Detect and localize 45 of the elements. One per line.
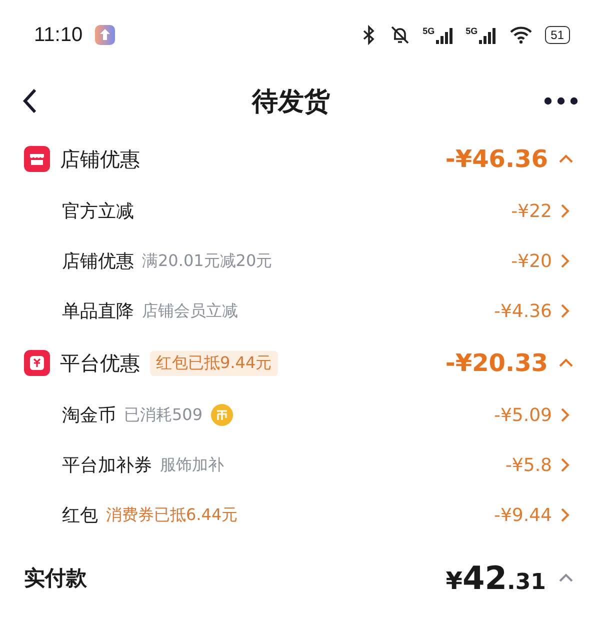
chevron-icon[interactable] bbox=[560, 507, 570, 523]
signal-icon bbox=[478, 26, 497, 44]
discount-label: 红包 bbox=[62, 504, 98, 527]
section-title: 店铺优惠 bbox=[60, 146, 140, 172]
chevron-icon[interactable] bbox=[560, 303, 570, 319]
page-title: 待发货 bbox=[252, 86, 330, 118]
total-label: 实付款 bbox=[24, 565, 87, 592]
upload-app-icon bbox=[94, 25, 115, 45]
chevron-icon[interactable] bbox=[560, 457, 570, 473]
discount-amount: -¥20 bbox=[511, 250, 552, 272]
discount-label: 单品直降 bbox=[62, 300, 134, 323]
bluetooth-icon bbox=[360, 25, 377, 45]
total-amount: ¥42.31 bbox=[446, 559, 546, 597]
section-amount: -¥20.33 bbox=[445, 349, 548, 377]
coupon-icon bbox=[24, 350, 50, 376]
discount-amount: -¥9.44 bbox=[494, 504, 552, 526]
network-label: 5G bbox=[466, 26, 478, 36]
section-amount: -¥46.36 bbox=[445, 145, 548, 173]
muted-bell-icon bbox=[388, 25, 411, 45]
wifi-icon bbox=[508, 26, 533, 44]
discount-amount: -¥5.09 bbox=[494, 404, 552, 426]
back-icon[interactable] bbox=[22, 88, 38, 114]
discount-amount: -¥5.8 bbox=[505, 454, 552, 476]
network-label: 5G bbox=[422, 26, 435, 36]
chevron-icon[interactable] bbox=[560, 407, 570, 423]
discount-note: 服饰加补 bbox=[160, 454, 224, 476]
discount-label: 官方立减 bbox=[62, 200, 134, 223]
discount-note: 已消耗509 bbox=[124, 404, 203, 426]
discount-amount: -¥4.36 bbox=[494, 300, 552, 322]
discount-tag: 红包已抵9.44元 bbox=[150, 350, 278, 376]
chevron-icon[interactable] bbox=[560, 203, 570, 219]
section-title: 平台优惠 bbox=[60, 350, 140, 376]
discount-label: 淘金币 bbox=[62, 404, 116, 427]
discount-note: 店铺会员立减 bbox=[142, 300, 238, 322]
status-time: 11:10 bbox=[34, 24, 83, 46]
signal-icon bbox=[436, 26, 454, 44]
discount-amount: -¥22 bbox=[511, 200, 552, 222]
more-icon[interactable] bbox=[544, 97, 578, 105]
battery-level: 51 bbox=[544, 26, 570, 44]
discount-label: 平台加补券 bbox=[62, 454, 152, 477]
chevron-icon[interactable] bbox=[560, 253, 570, 269]
discount-note: 满20.01元减20元 bbox=[142, 250, 272, 272]
shop-icon bbox=[24, 146, 50, 172]
discount-label: 店铺优惠 bbox=[62, 250, 134, 273]
discount-note: 消费券已抵6.44元 bbox=[106, 504, 238, 526]
